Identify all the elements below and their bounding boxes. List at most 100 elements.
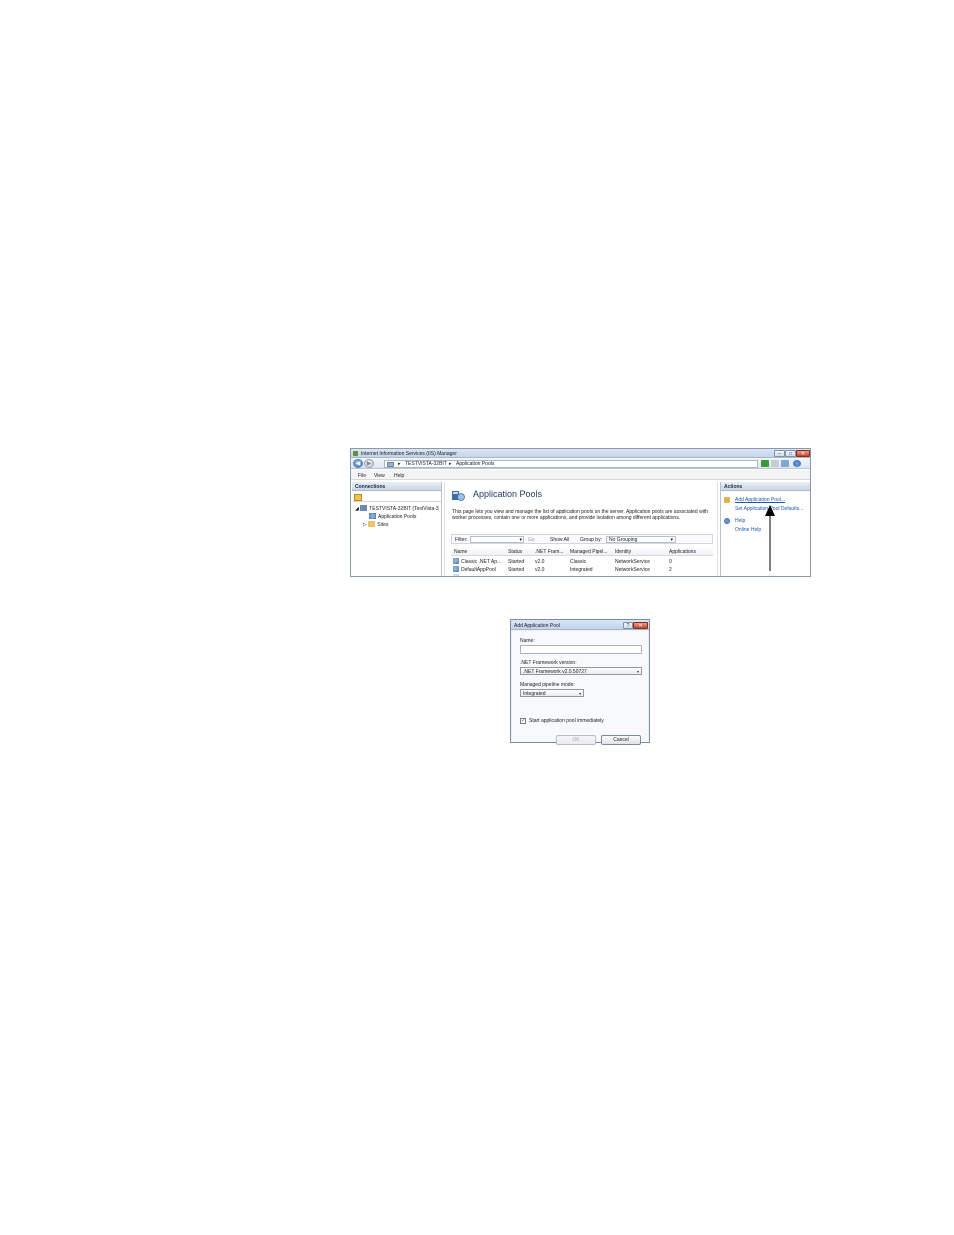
breadcrumb-separator: ▸ (398, 461, 401, 467)
menu-bar: File View Help (351, 470, 810, 480)
question-icon: ? (626, 622, 630, 629)
pipeline-select[interactable]: Integrated ▾ (520, 689, 584, 697)
iis-app-icon (353, 451, 358, 456)
close-button[interactable]: ✕ (796, 450, 810, 457)
tree-expander-icon[interactable]: ▷ (363, 522, 367, 528)
forward-button[interactable]: ▶ (364, 459, 374, 468)
group-by-select[interactable]: No Grouping ▾ (606, 536, 676, 543)
stop-icon[interactable] (771, 460, 779, 467)
maximize-button[interactable]: □ (785, 450, 796, 457)
chevron-down-icon[interactable]: ▾ (670, 537, 673, 543)
table-row[interactable]: DefaultAppPool Started v2.0 Integrated N… (451, 565, 713, 573)
go-button[interactable]: Go (528, 537, 535, 543)
breadcrumb-separator: ▸ (449, 461, 452, 467)
home-icon[interactable] (781, 460, 789, 467)
column-applications[interactable]: Applications (669, 549, 696, 555)
annotation-arrow-icon (765, 505, 775, 571)
help-link[interactable]: Help (735, 518, 745, 524)
maximize-icon: □ (788, 451, 793, 457)
table-row[interactable] (451, 573, 713, 576)
address-bar: ◀ ▶ ▸ TESTVISTA-32BIT ▸ Application Pool… (351, 458, 810, 469)
app-pool-icon (453, 574, 459, 576)
name-field[interactable] (520, 645, 642, 654)
connect-icon[interactable] (354, 494, 362, 501)
tree-item-label: Sites (377, 522, 389, 528)
pipeline-value: Integrated (523, 691, 546, 697)
tree-item-server[interactable]: ◢ TESTVISTA-32BIT (TestVista-3 (355, 505, 439, 512)
back-button[interactable]: ◀ (353, 459, 363, 468)
iis-manager-window: Internet Information Services (IIS) Mana… (350, 448, 811, 577)
online-help-link[interactable]: Online Help (735, 527, 761, 533)
refresh-icon[interactable] (761, 460, 769, 467)
checkmark-icon: ✓ (521, 718, 526, 724)
tree-item-application-pools[interactable]: Application Pools (369, 513, 416, 520)
help-icon[interactable] (793, 460, 801, 467)
app-pool-icon (453, 566, 459, 572)
tree-item-label: Application Pools (378, 514, 417, 520)
filter-label: Filter: (455, 537, 468, 543)
breadcrumb-server[interactable]: TESTVISTA-32BIT (405, 461, 447, 467)
cancel-button[interactable]: Cancel (601, 735, 641, 745)
dialog-body: Name: .NET Framework version: .NET Frame… (512, 631, 648, 745)
framework-value: .NET Framework v2.0.50727 (523, 669, 587, 675)
add-application-pool-link[interactable]: Add Application Pool... (735, 497, 785, 503)
application-pools-icon (452, 491, 465, 501)
tree-expander-icon[interactable]: ◢ (355, 506, 359, 512)
column-identity[interactable]: Identity (615, 549, 631, 555)
forward-arrow-icon: ▶ (366, 461, 372, 467)
chevron-down-icon: ▾ (636, 669, 639, 674)
server-icon (360, 505, 368, 511)
connections-pane: Connections ◢ TESTVISTA-32BIT (TestVista… (352, 482, 442, 576)
minimize-button[interactable]: – (774, 450, 785, 457)
dialog-title-bar: Add Application Pool ? ✕ (511, 620, 649, 630)
connections-toolbar (353, 493, 441, 502)
page-title: Application Pools (473, 489, 543, 499)
filter-bar: Filter: ▾ Go Show All Group by: No Group… (451, 534, 713, 544)
page-description: This page lets you view and manage the l… (452, 509, 708, 522)
minimize-icon: – (778, 451, 781, 457)
table-row[interactable]: Classic .NET Ap... Started v2.0 Classic … (451, 557, 713, 565)
name-label: Name: (520, 638, 535, 644)
window-title: Internet Information Services (IIS) Mana… (361, 450, 457, 457)
column-managed-pipeline[interactable]: Managed Pipel... (570, 549, 608, 555)
tree-item-label: TESTVISTA-32BIT (TestVista-3 (369, 506, 439, 512)
back-arrow-icon: ◀ (355, 461, 361, 467)
computer-icon (387, 461, 394, 467)
ok-button[interactable]: OK (556, 735, 596, 745)
chevron-down-icon[interactable]: ▾ (519, 537, 522, 543)
breadcrumb[interactable]: ▸ TESTVISTA-32BIT ▸ Application Pools (384, 459, 758, 468)
breadcrumb-app-pools[interactable]: Application Pools (456, 461, 494, 467)
column-name[interactable]: Name (454, 549, 467, 555)
start-immediately-checkbox[interactable]: ✓ (520, 718, 526, 724)
actions-header: Actions (721, 482, 810, 491)
add-application-pool-dialog: Add Application Pool ? ✕ Name: .NET Fram… (510, 619, 650, 745)
dialog-help-button[interactable]: ? (623, 621, 633, 629)
filter-input[interactable]: ▾ (470, 536, 524, 543)
show-all-button[interactable]: Show All (550, 537, 569, 543)
tree-item-sites[interactable]: ▷ Sites (363, 521, 388, 528)
group-by-value: No Grouping (609, 537, 638, 543)
menu-view[interactable]: View (374, 473, 385, 479)
framework-label: .NET Framework version: (520, 660, 577, 666)
menu-file[interactable]: File (358, 473, 366, 479)
menu-help[interactable]: Help (394, 473, 404, 479)
framework-select[interactable]: .NET Framework v2.0.50727 ▾ (520, 667, 642, 675)
pipeline-label: Managed pipeline mode: (520, 682, 575, 688)
app-pool-icon (453, 558, 459, 564)
column-net-framework[interactable]: .NET Fram... (535, 549, 564, 555)
connections-header: Connections (352, 482, 441, 491)
title-bar: Internet Information Services (IIS) Mana… (351, 449, 810, 458)
close-icon: ✕ (638, 622, 643, 629)
column-status[interactable]: Status (508, 549, 522, 555)
dialog-title: Add Application Pool (514, 622, 560, 629)
app-pool-icon (369, 513, 376, 519)
start-immediately-label: Start application pool immediately (529, 718, 604, 724)
folder-icon (368, 521, 376, 527)
help-icon (724, 518, 730, 524)
group-by-label: Group by: (580, 537, 602, 543)
chevron-down-icon: ▾ (578, 691, 581, 696)
add-pool-icon (724, 497, 730, 503)
application-pools-view: Application Pools This page lets you vie… (444, 482, 718, 576)
close-icon: ✕ (800, 451, 806, 457)
dialog-close-button[interactable]: ✕ (633, 621, 648, 629)
